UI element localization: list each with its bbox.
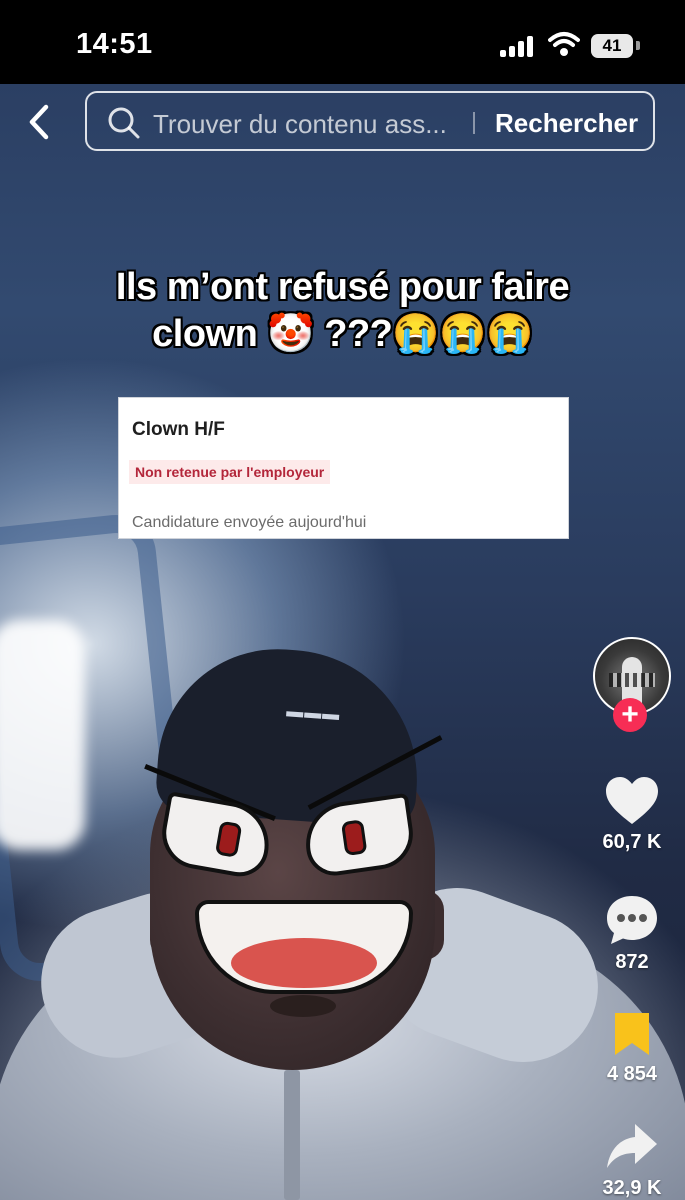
save-button[interactable]: 4 854 (592, 1010, 672, 1086)
back-chevron-icon[interactable] (22, 101, 62, 143)
wifi-icon (548, 32, 580, 56)
search-input[interactable]: Trouver du contenu ass... (153, 109, 447, 140)
bookmark-icon (615, 1013, 649, 1055)
job-application-card: Clown H/F Non retenue par l'employeur Ca… (119, 398, 568, 538)
comment-icon (607, 896, 657, 944)
like-button[interactable]: 60,7 K (592, 776, 672, 854)
chin (270, 995, 336, 1017)
screen: 14:51 41 ▬▬▬ Trouver du contenu ass... R… (0, 0, 685, 1200)
application-date: Candidature envoyée aujourd'hui (132, 514, 367, 531)
comment-button[interactable]: 872 (592, 894, 672, 974)
job-title: Clown H/F (132, 419, 225, 440)
search-icon (108, 107, 140, 139)
battery-indicator: 41 (591, 34, 633, 58)
jacket-zipper (284, 1070, 300, 1200)
caption-line-2: clown 🤡 ???😭😭😭 (152, 313, 533, 355)
search-bar[interactable]: Trouver du contenu ass... Rechercher (85, 91, 655, 151)
caption-line-1: Ils m’ont refusé pour faire (115, 266, 570, 308)
save-count: 4 854 (606, 1063, 658, 1085)
plus-icon[interactable]: + (613, 698, 647, 732)
search-divider (473, 112, 475, 134)
car-window-light (0, 620, 85, 850)
status-bar: 14:51 41 (0, 0, 685, 84)
status-badge: Non retenue par l'employeur (129, 460, 331, 484)
share-button[interactable]: 32,9 K (592, 1122, 672, 1200)
battery-tip (636, 41, 640, 50)
comment-count: 872 (615, 951, 649, 973)
search-button[interactable]: Rechercher (495, 108, 638, 139)
video-caption: Ils m’ont refusé pour faire clown 🤡 ???😭… (60, 264, 625, 358)
heart-icon (606, 777, 658, 824)
cellular-signal-icon (500, 35, 536, 57)
beanie-logo: ▬▬▬ (284, 707, 340, 730)
status-time: 14:51 (76, 28, 153, 60)
like-count: 60,7 K (602, 831, 662, 853)
share-count: 32,9 K (602, 1177, 662, 1199)
share-icon (607, 1124, 657, 1168)
